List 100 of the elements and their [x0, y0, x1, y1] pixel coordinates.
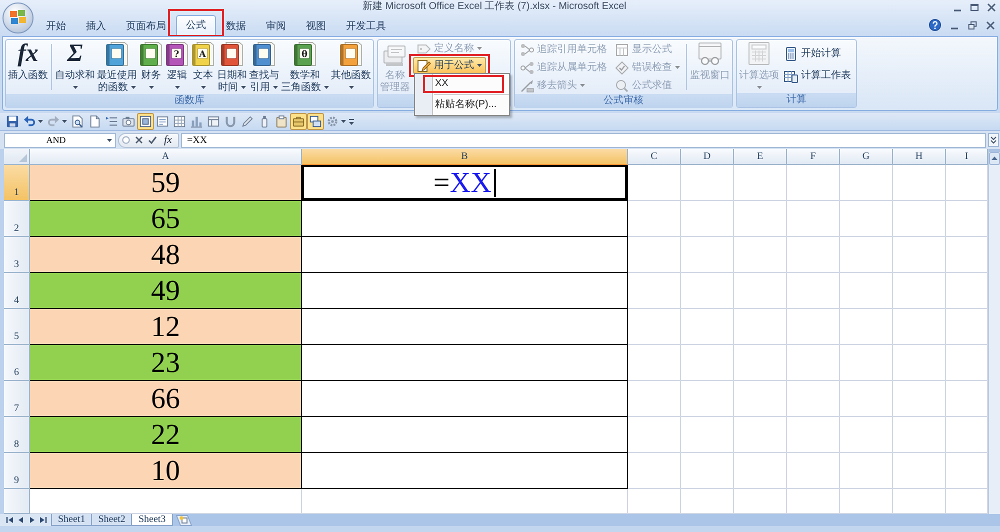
ribbon-tab[interactable]: 公式 [176, 15, 216, 35]
table-cell: 48 [30, 237, 302, 273]
table-cell [628, 345, 681, 381]
vertical-scrollbar[interactable] [988, 149, 1000, 514]
sheet-tab[interactable]: Sheet3 [131, 514, 173, 526]
column-header[interactable]: D [681, 149, 734, 165]
eraser-arrow-icon [520, 78, 534, 92]
calculator-sheet-icon [746, 41, 772, 67]
close-icon[interactable] [987, 2, 996, 12]
ribbon-tab[interactable]: 数据 [216, 16, 256, 36]
table-cell [787, 201, 840, 237]
table-cell [681, 165, 734, 201]
row-header[interactable]: 8 [4, 417, 30, 453]
ribbon-tab[interactable]: 页面布局 [116, 16, 176, 36]
ribbon-tab[interactable]: 视图 [296, 16, 336, 36]
column-header[interactable]: G [840, 149, 893, 165]
previous-sheet-icon[interactable] [17, 516, 25, 524]
table-cell [946, 309, 988, 345]
save-icon[interactable] [4, 113, 21, 130]
ribbon-button[interactable]: θ 数学和 三角函数 [280, 40, 330, 94]
ribbon-tab[interactable]: 开始 [36, 16, 76, 36]
column-header[interactable]: A [30, 149, 302, 165]
menu-item[interactable]: XX [423, 75, 504, 93]
column-header[interactable]: E [734, 149, 787, 165]
group-label: 计算 [737, 93, 856, 107]
table-cell [893, 273, 946, 309]
column-header[interactable]: C [628, 149, 681, 165]
table-cell [840, 201, 893, 237]
ribbon-button[interactable]: 开始计算 [780, 45, 855, 62]
corner-triangle-icon [19, 154, 27, 162]
row-header[interactable]: 5 [4, 309, 30, 345]
grid-icon[interactable] [171, 113, 188, 130]
row-header[interactable]: 9 [4, 453, 30, 489]
row-header[interactable]: 1 [4, 165, 30, 201]
row-header[interactable]: 7 [4, 381, 30, 417]
row-header[interactable]: 4 [4, 273, 30, 309]
first-sheet-icon[interactable] [6, 516, 14, 524]
table-cell [946, 453, 988, 489]
table-cell [734, 489, 787, 514]
table-cell [734, 165, 787, 201]
table-cell: 59 [30, 165, 302, 201]
ribbon-button[interactable]: fx 插入函数 [7, 40, 49, 82]
ribbon-tab[interactable]: 插入 [76, 16, 116, 36]
last-sheet-icon[interactable] [39, 516, 47, 524]
ribbon-button[interactable]: 用于公式 [413, 57, 486, 74]
close-icon[interactable] [986, 20, 995, 30]
sheet-tab[interactable]: Sheet2 [91, 514, 132, 526]
sheet-tab[interactable]: Sheet1 [51, 514, 92, 526]
group-label: 公式审核 [515, 94, 732, 108]
table-cell [787, 489, 840, 514]
table-cell [946, 381, 988, 417]
expand-icon[interactable] [988, 133, 999, 147]
restore-icon[interactable] [968, 20, 977, 30]
math-symbol: fx [18, 41, 38, 67]
customize-menu-icon[interactable] [348, 118, 355, 126]
check-icon[interactable] [148, 136, 157, 144]
formula-field[interactable]: =XX [180, 132, 986, 148]
office-logo-icon[interactable] [2, 2, 34, 34]
help-icon[interactable] [929, 19, 941, 31]
row-header[interactable]: 6 [4, 345, 30, 381]
next-sheet-icon[interactable] [28, 516, 36, 524]
table-cell [734, 237, 787, 273]
insert-function-button[interactable]: fx [162, 134, 174, 146]
table-cell [946, 273, 988, 309]
column-header[interactable]: I [946, 149, 988, 165]
column-header[interactable]: F [787, 149, 840, 165]
table-cell [787, 309, 840, 345]
row-header[interactable]: 3 [4, 237, 30, 273]
ribbon-button[interactable]: 查找与 引用 [248, 40, 280, 94]
maximize-icon[interactable] [970, 2, 979, 12]
windows-icon[interactable] [307, 113, 324, 130]
ribbon-button[interactable]: A 文本 [190, 40, 216, 89]
ribbon-button[interactable]: ? 逻辑 [164, 40, 190, 89]
name-box[interactable]: AND [4, 132, 116, 148]
table-cell [946, 417, 988, 453]
table-cell [681, 309, 734, 345]
frame-icon[interactable] [137, 113, 154, 130]
ribbon-button[interactable]: 财务 [138, 40, 164, 89]
scroll-up-icon[interactable] [989, 152, 1000, 165]
ribbon-tab[interactable]: 审阅 [256, 16, 296, 36]
table-cell [734, 345, 787, 381]
table-cell [893, 381, 946, 417]
menu-item[interactable]: 粘贴名称(P)... [423, 96, 504, 114]
cross-icon[interactable] [135, 136, 143, 144]
ribbon-button[interactable]: 计算工作表 [780, 68, 855, 85]
row-header[interactable]: 2 [4, 201, 30, 237]
table-cell: 22 [30, 417, 302, 453]
column-header[interactable]: B [302, 149, 628, 165]
ribbon-button[interactable]: 日期和 时间 [216, 40, 248, 94]
table-cell [840, 345, 893, 381]
ribbon-button[interactable]: Σ 自动求和 [54, 40, 96, 89]
ribbon-tab[interactable]: 开发工具 [336, 16, 396, 36]
table-cell [787, 345, 840, 381]
toolbox-icon[interactable] [290, 113, 307, 130]
new-sheet-icon[interactable] [176, 514, 192, 526]
table-cell [628, 237, 681, 273]
ribbon-button[interactable]: 其他函数 [330, 40, 372, 89]
ribbon-button[interactable]: 最近使用 的函数 [96, 40, 138, 94]
column-header[interactable]: H [893, 149, 946, 165]
table-cell [893, 417, 946, 453]
